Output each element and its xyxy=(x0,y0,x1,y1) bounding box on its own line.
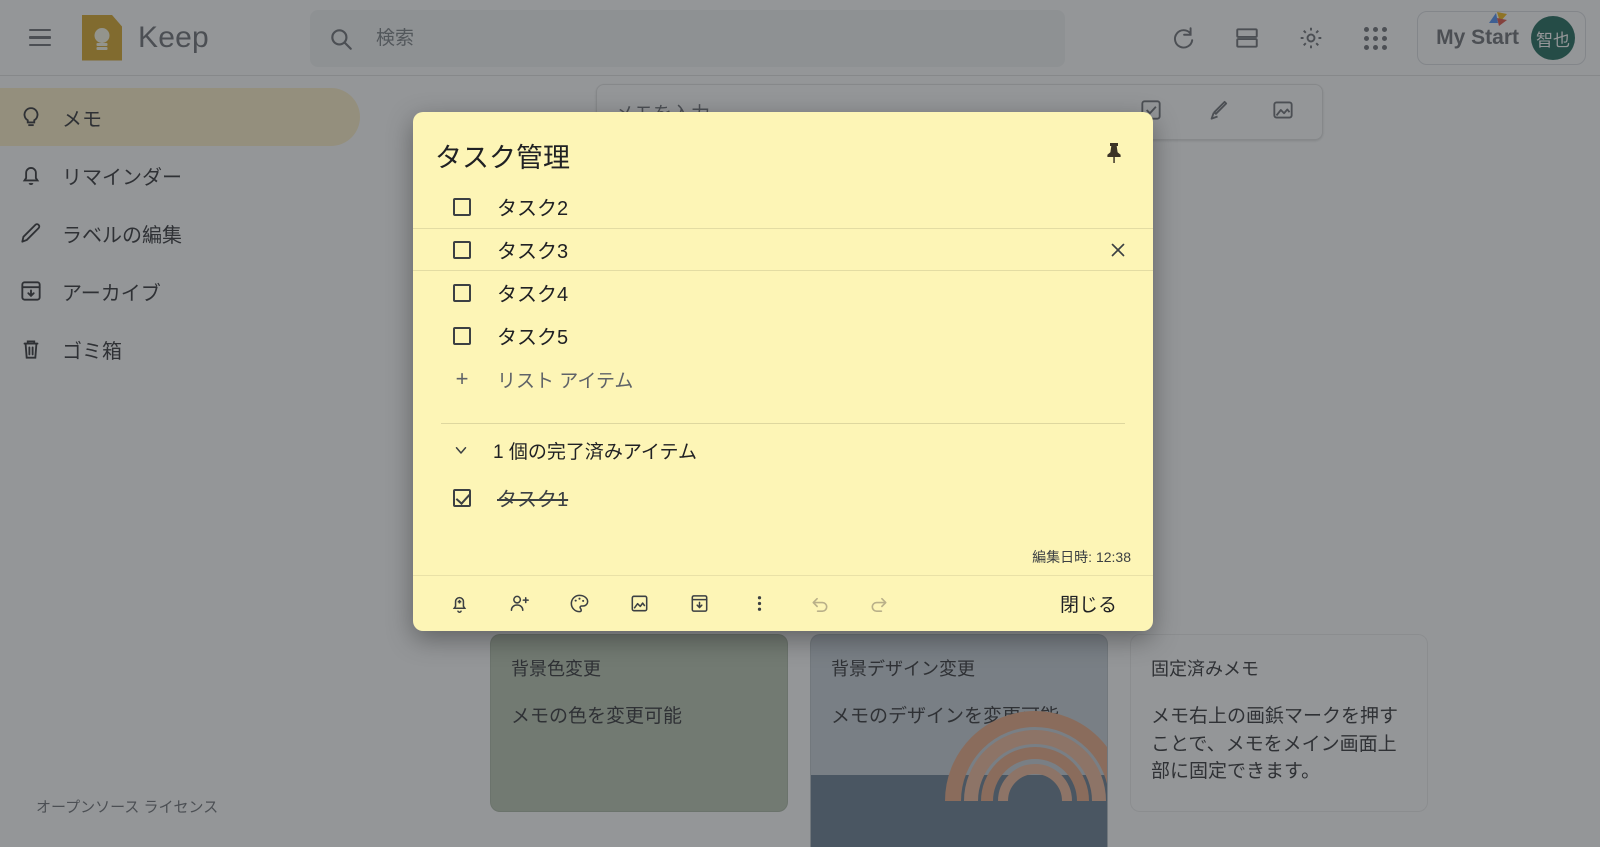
keep-app-window: Keep xyxy=(0,0,1600,847)
checklist-item-label[interactable]: タスク3 xyxy=(497,235,568,264)
remove-item-icon[interactable] xyxy=(1107,239,1129,261)
reminder-button[interactable] xyxy=(439,584,479,624)
checklist-item[interactable]: タスク2 xyxy=(413,185,1153,228)
archive-button[interactable] xyxy=(679,584,719,624)
background-options-button[interactable] xyxy=(559,584,599,624)
note-edited-timestamp: 編集日時: 12:38 xyxy=(1032,549,1131,565)
note-editor-header: タスク管理 xyxy=(413,112,1153,185)
more-vertical-icon xyxy=(757,596,761,611)
undo-button[interactable] xyxy=(799,584,839,624)
checkbox-icon[interactable] xyxy=(453,197,471,216)
plus-icon: + xyxy=(455,366,469,391)
close-button[interactable]: 閉じる xyxy=(1042,582,1135,625)
note-checklist: タスク2 タスク3 タスク4 タスク5 + リスト アイテム xyxy=(413,185,1153,407)
undo-icon xyxy=(811,597,827,612)
note-editor-dialog: タスク管理 タスク2 タスク3 タスク4 タスク5 + リスト アイテム 1 個… xyxy=(413,112,1153,631)
person-add-icon xyxy=(510,595,529,611)
checklist-item-label[interactable]: タスク4 xyxy=(497,278,568,307)
redo-button[interactable] xyxy=(859,584,899,624)
completed-checklist: タスク1 xyxy=(413,476,1153,525)
checklist-item[interactable]: タスク3 xyxy=(413,228,1153,271)
checkbox-icon[interactable] xyxy=(453,326,471,345)
pin-icon xyxy=(1107,143,1121,163)
chevron-down-icon xyxy=(451,441,471,459)
checklist-item-completed[interactable]: タスク1 xyxy=(413,476,1153,519)
pin-button[interactable] xyxy=(1097,136,1131,170)
checklist-item-label[interactable]: タスク2 xyxy=(497,192,568,221)
checklist-item[interactable]: タスク5 xyxy=(413,314,1153,357)
image-icon xyxy=(631,595,647,612)
add-image-button[interactable] xyxy=(619,584,659,624)
more-options-button[interactable] xyxy=(739,584,779,624)
archive-icon xyxy=(691,595,707,612)
checklist-item[interactable]: タスク4 xyxy=(413,271,1153,314)
checkbox-icon[interactable] xyxy=(453,240,471,259)
completed-items-label: 1 個の完了済みアイテム xyxy=(493,441,697,463)
checkbox-checked-icon[interactable] xyxy=(453,488,471,507)
checklist-item-label[interactable]: タスク1 xyxy=(497,483,568,512)
checklist-item-label[interactable]: タスク5 xyxy=(497,321,568,350)
completed-items-toggle[interactable]: 1 個の完了済みアイテム xyxy=(413,424,1153,476)
palette-icon xyxy=(570,594,588,613)
bell-plus-icon xyxy=(452,596,466,613)
collaborator-button[interactable] xyxy=(499,584,539,624)
note-editor-toolbar: 閉じる xyxy=(413,575,1153,631)
add-list-item-button[interactable]: + リスト アイテム xyxy=(413,357,1153,401)
redo-icon xyxy=(871,597,887,612)
add-list-item-label: リスト アイテム xyxy=(497,370,634,392)
checkbox-icon[interactable] xyxy=(453,283,471,302)
note-title[interactable]: タスク管理 xyxy=(435,136,570,175)
